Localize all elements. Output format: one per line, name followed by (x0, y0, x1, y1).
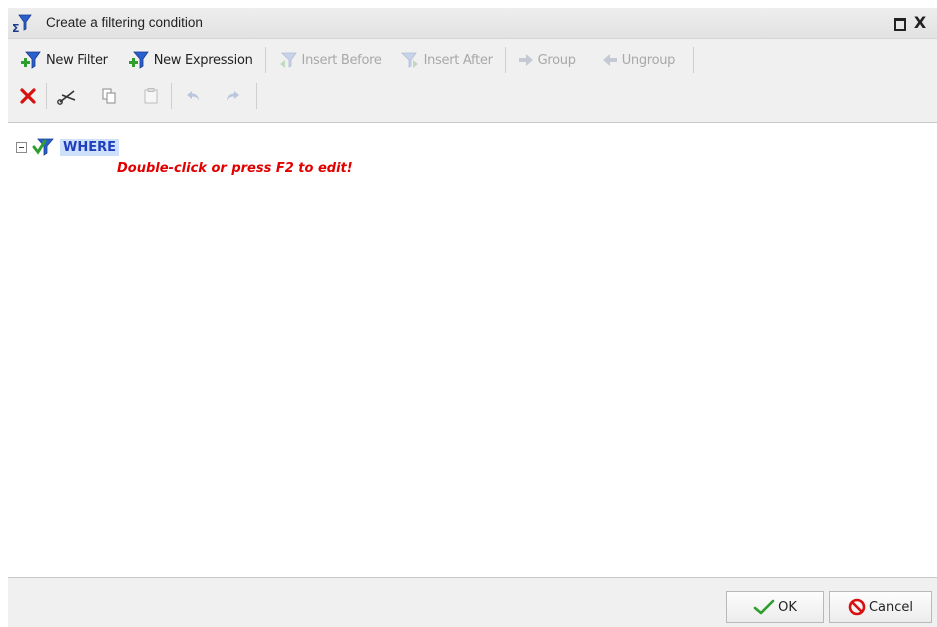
window-title: Create a filtering condition (46, 15, 203, 30)
toolbar-separator (171, 83, 172, 109)
redo-button[interactable] (218, 82, 246, 110)
group-label: Group (537, 52, 576, 68)
new-filter-label: New Filter (46, 52, 108, 68)
new-expression-label: New Expression (153, 52, 253, 68)
insert-after-button[interactable]: Insert After (394, 46, 499, 74)
insert-before-label: Insert Before (301, 52, 382, 68)
filter-sigma-icon: Σ (12, 14, 32, 33)
toolbar-separator (46, 83, 47, 109)
ungroup-button[interactable]: Ungroup (596, 46, 681, 74)
tree-root-node[interactable]: WHERE (16, 137, 119, 157)
cancel-icon (848, 598, 866, 616)
new-expression-icon (128, 51, 149, 69)
arrow-left-icon (602, 54, 617, 66)
cut-button[interactable] (53, 82, 81, 110)
delete-icon (20, 88, 36, 104)
insert-after-icon (400, 52, 418, 68)
cut-icon (57, 90, 76, 105)
new-expression-button[interactable]: New Expression (122, 46, 259, 74)
new-filter-icon (21, 51, 41, 69)
edit-toolbar (20, 80, 263, 112)
ok-label: OK (778, 599, 797, 615)
new-filter-button[interactable]: New Filter (14, 46, 114, 74)
condition-editor[interactable]: WHERE Double-click or press F2 to edit! (8, 122, 937, 578)
collapse-icon[interactable] (16, 141, 27, 153)
toolbar-separator (264, 47, 266, 73)
paste-button[interactable] (137, 82, 165, 110)
toolbar-separator (693, 47, 695, 73)
maximize-button[interactable] (892, 16, 906, 31)
group-button[interactable]: Group (512, 46, 582, 74)
edit-hint: Double-click or press F2 to edit! (117, 161, 353, 176)
ok-button[interactable]: OK (726, 591, 824, 623)
svg-text:Σ: Σ (12, 22, 20, 33)
copy-icon (102, 88, 116, 104)
condition-toolbar: New Filter New Expression Insert Before … (14, 44, 700, 76)
undo-button[interactable] (180, 82, 208, 110)
delete-button[interactable] (14, 82, 42, 110)
ungroup-label: Ungroup (621, 52, 676, 68)
arrow-right-icon (518, 54, 533, 66)
redo-icon (227, 91, 239, 101)
title-bar[interactable]: Σ Create a filtering condition X (8, 8, 937, 39)
filter-dialog: Σ Create a filtering condition X New Fil… (8, 8, 937, 627)
close-button[interactable]: X (913, 15, 927, 31)
filter-check-icon (32, 138, 54, 156)
insert-after-label: Insert After (423, 52, 493, 68)
where-node-label[interactable]: WHERE (60, 138, 119, 156)
cancel-button[interactable]: Cancel (829, 591, 932, 623)
undo-icon (187, 91, 199, 101)
toolbar-separator (504, 47, 506, 73)
insert-before-button[interactable]: Insert Before (272, 46, 388, 74)
toolbar-separator (256, 83, 257, 109)
copy-button[interactable] (95, 82, 123, 110)
cancel-label: Cancel (868, 599, 914, 615)
checkmark-icon (753, 599, 775, 615)
maximize-icon (894, 18, 906, 31)
insert-before-icon (279, 52, 297, 68)
paste-icon (144, 88, 158, 104)
